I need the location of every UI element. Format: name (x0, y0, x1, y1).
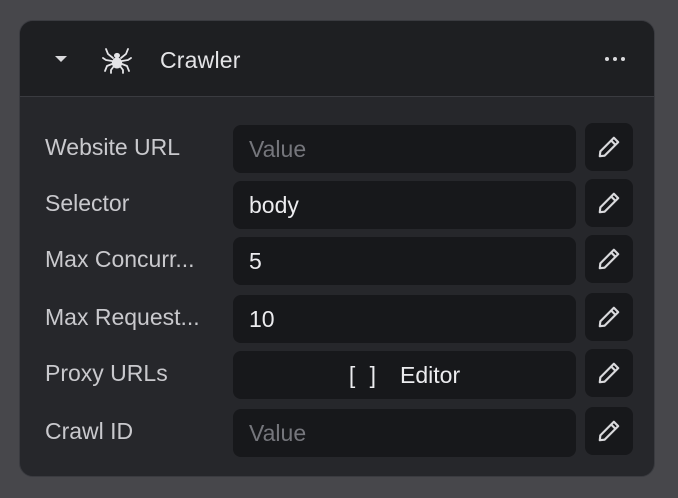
field-row-crawl-id: Crawl ID Value (20, 407, 654, 459)
pencil-icon (598, 362, 620, 384)
website-url-input[interactable]: Value (233, 125, 576, 173)
more-dot-icon (605, 57, 609, 61)
pencil-icon (598, 248, 620, 270)
field-row-max-concurrency: Max Concurr... 5 (20, 235, 654, 287)
edit-button[interactable] (585, 235, 633, 283)
field-label: Max Request... (45, 304, 200, 330)
node-header: Crawler (20, 21, 654, 97)
max-requests-input[interactable]: 10 (233, 295, 576, 343)
edit-button[interactable] (585, 123, 633, 171)
pencil-icon (598, 136, 620, 158)
spider-icon (102, 48, 132, 74)
pencil-icon (598, 420, 620, 442)
field-row-website-url: Website URL Value (20, 123, 654, 175)
max-concurrency-input[interactable]: 5 (233, 237, 576, 285)
brackets-icon: [ ] (348, 362, 381, 388)
editor-label: Editor (400, 362, 461, 388)
more-options-button[interactable] (598, 47, 632, 71)
more-dot-icon (621, 57, 625, 61)
proxy-urls-editor-button[interactable]: [ ] Editor (233, 351, 576, 399)
more-dot-icon (613, 57, 617, 61)
edit-button[interactable] (585, 179, 633, 227)
field-label: Crawl ID (45, 418, 134, 444)
field-label: Max Concurr... (45, 246, 195, 272)
caret-down-icon (55, 56, 67, 62)
crawl-id-input[interactable]: Value (233, 409, 576, 457)
field-row-max-requests: Max Request... 10 (20, 293, 654, 345)
crawler-node: Crawler Website URL Value Selector body … (19, 20, 655, 477)
edit-button[interactable] (585, 349, 633, 397)
field-label: Selector (45, 190, 130, 216)
edit-button[interactable] (585, 293, 633, 341)
field-row-proxy-urls: Proxy URLs [ ] Editor (20, 349, 654, 401)
pencil-icon (598, 192, 620, 214)
field-label: Website URL (45, 134, 181, 160)
node-title: Crawler (160, 47, 241, 73)
field-row-selector: Selector body (20, 179, 654, 231)
selector-input[interactable]: body (233, 181, 576, 229)
field-label: Proxy URLs (45, 360, 168, 386)
collapse-toggle[interactable] (48, 49, 74, 69)
edit-button[interactable] (585, 407, 633, 455)
pencil-icon (598, 306, 620, 328)
